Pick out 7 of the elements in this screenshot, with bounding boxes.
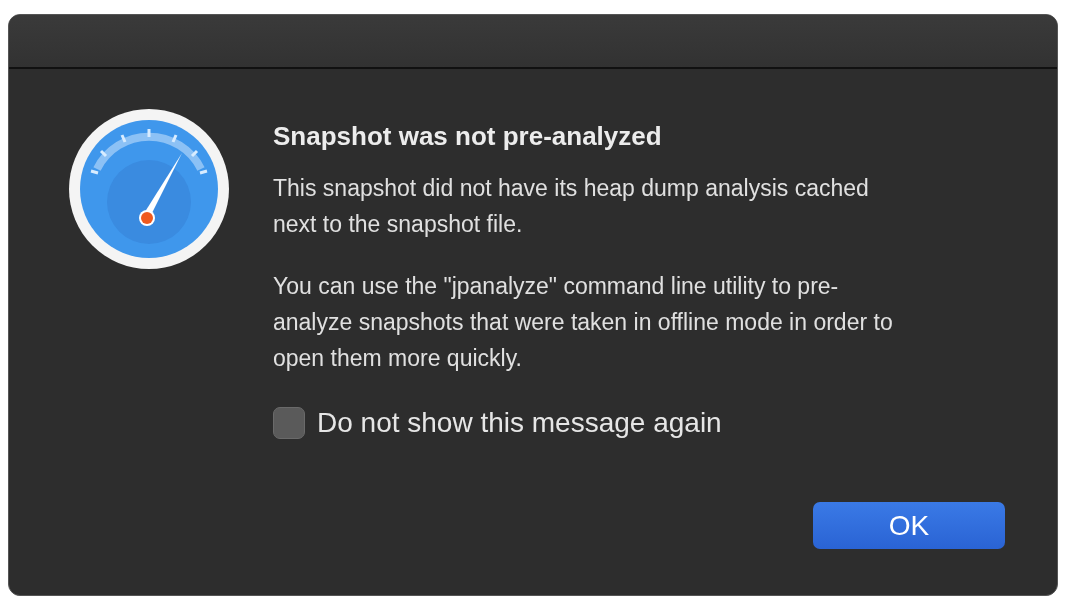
message-text: This snapshot did not have its heap dump analysis cached next to the snapshot file. [273, 174, 870, 239]
checkbox[interactable] [273, 407, 305, 439]
dialog-title: Snapshot was not pre-analyzed [273, 120, 663, 153]
ok-button[interactable]: OK [813, 502, 1005, 549]
message-text: You can use the "jpanalyze" command line utility to pre-analyze snapshots that were taken in offline mode in order to open them more quickly. [273, 272, 893, 373]
gauge-icon [67, 107, 231, 271]
checkbox-label: Do not show this message again [317, 406, 722, 440]
